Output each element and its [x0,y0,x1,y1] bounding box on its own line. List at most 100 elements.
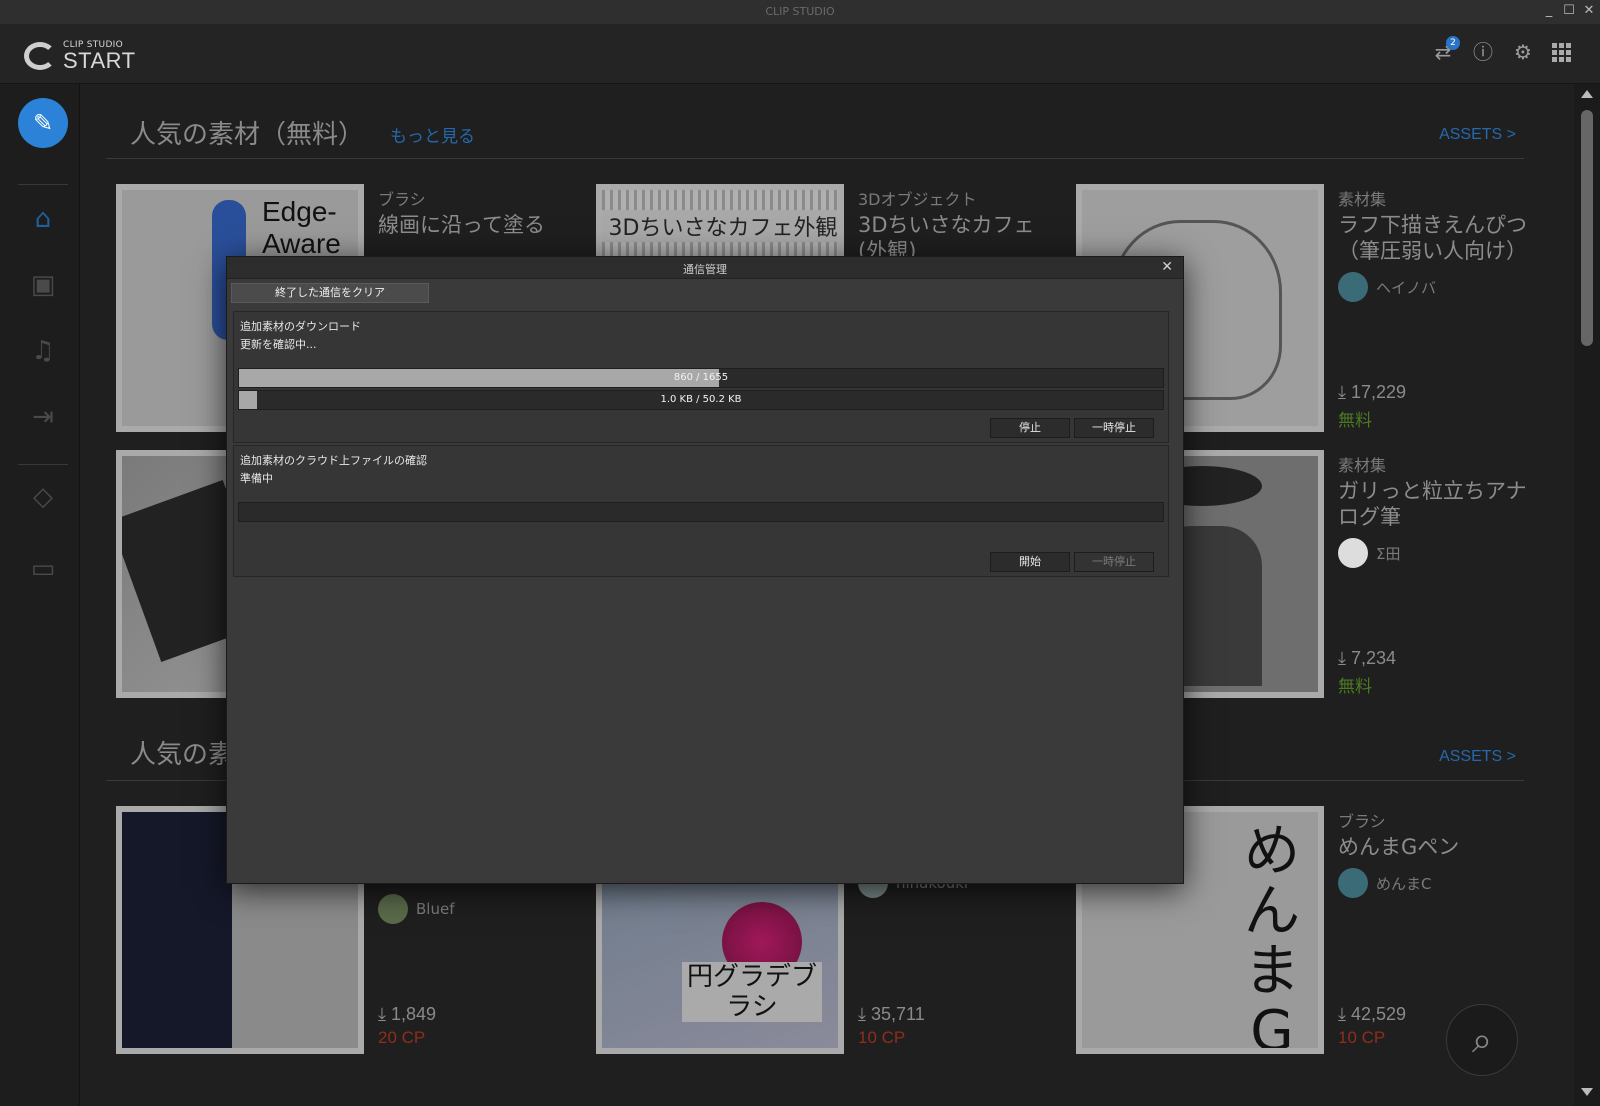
item-progress-label: 860 / 1655 [673,372,729,383]
asset-category: ブラシ [378,190,426,209]
pause-button[interactable]: 一時停止 [1074,418,1154,438]
sidebar: ✎ ⌂ ▣ ♫ ⇥ ◇ ▭ [0,84,80,1106]
task-status: 更新を確認中... [240,338,317,351]
asset-price: 無料 [1338,677,1372,696]
asset-category: 3Dオブジェクト [858,190,977,209]
task-title: 追加素材のダウンロード [240,320,361,333]
sidebar-item-gallery[interactable]: ▣ [0,270,86,300]
app-header: CLIP STUDIO START ⇄ 2 ⓘ ⚙ [0,24,1600,84]
avatar [378,894,408,924]
thumbnail-text: Edge-Aware [262,196,341,259]
cloud-check-task-panel: 追加素材のクラウド上ファイルの確認 準備中 開始 一時停止 [233,445,1169,577]
download-icon: ⤓ [858,1004,866,1024]
asset-category: 素材集 [1338,190,1387,209]
sidebar-item-home[interactable]: ⌂ [0,204,86,234]
download-icon: ⤓ [1338,1004,1346,1024]
minimize-icon[interactable]: _ [1542,2,1556,20]
scrollbar-thumb[interactable] [1581,110,1593,346]
bell-icon: ♫ [31,336,55,366]
coat-illustration [122,812,232,1048]
asset-author[interactable]: Bluef [378,894,454,924]
asset-name: めんまGペン [1338,835,1460,859]
cloud-progress-bar [238,502,1164,522]
stop-button[interactable]: 停止 [990,418,1070,438]
asset-price: 20 CP [378,1028,426,1047]
sidebar-item-assets[interactable]: ◇ [0,482,86,512]
ticket-icon: ▭ [30,554,56,584]
shapes-icon: ◇ [33,482,53,512]
sidebar-item-serial[interactable]: ▭ [0,554,86,584]
thumbnail-text: 円グラデブラシ [682,962,822,1022]
avatar [1338,272,1368,302]
window-title: CLIP STUDIO [765,5,835,18]
download-icon: ⤓ [1338,648,1346,668]
logo-big-text: START [63,48,136,73]
asset-author[interactable]: めんまC [1338,868,1431,898]
download-icon: ⤓ [378,1004,386,1024]
login-icon: ⇥ [32,402,54,432]
gear-icon[interactable]: ⚙ [1512,40,1534,64]
download-count: ⤓ 7,234 [1338,648,1397,668]
header-icons: ⇄ 2 ⓘ ⚙ [1432,36,1574,64]
task-status: 準備中 [240,472,273,485]
asset-author[interactable]: Σ田 [1338,538,1400,568]
assets-link[interactable]: ASSETS > [1439,748,1516,766]
thumbnail-text: めんまG [1244,819,1300,1054]
assets-link[interactable]: ASSETS > [1439,126,1516,144]
window-titlebar: CLIP STUDIO _ ☐ ✕ [0,0,1600,24]
brush-icon[interactable]: ✎ [18,98,68,148]
asset-category: ブラシ [1338,812,1386,831]
task-title: 追加素材のクラウド上ファイルの確認 [240,454,427,467]
maximize-icon[interactable]: ☐ [1562,2,1576,20]
download-count: ⤓ 42,529 [1338,1004,1407,1024]
asset-price: 無料 [1338,411,1372,430]
sidebar-divider [18,184,68,185]
clear-finished-button[interactable]: 終了した通信をクリア [231,283,429,303]
asset-name: 線画に沿って塗る [378,213,545,237]
scroll-down-icon[interactable] [1581,1088,1593,1096]
sidebar-item-notifications[interactable]: ♫ [0,336,86,366]
gallery-icon: ▣ [30,270,56,300]
dialog-title: 通信管理 [683,263,727,276]
transfer-badge: 2 [1446,36,1460,50]
avatar [1338,868,1368,898]
download-icon: ⤓ [1338,382,1346,402]
download-count: ⤓ 35,711 [858,1004,925,1024]
item-progress-bar: 860 / 1655 [238,368,1164,388]
asset-category: 素材集 [1338,456,1387,475]
download-task-panel: 追加素材のダウンロード 更新を確認中... 860 / 1655 1.0 KB … [233,311,1169,443]
pause-button-disabled: 一時停止 [1074,552,1154,572]
asset-price: 10 CP [858,1028,906,1047]
sidebar-item-login[interactable]: ⇥ [0,402,86,432]
home-icon: ⌂ [34,204,52,234]
download-count: ⤓ 1,849 [378,1004,437,1024]
section-title: 人気の素材（無料） [130,120,365,150]
see-more-link[interactable]: もっと見る [390,122,475,147]
transfer-icon[interactable]: ⇄ 2 [1432,36,1460,64]
avatar [1338,538,1368,568]
section-divider [106,158,1524,159]
search-button[interactable]: ⌕ [1446,1004,1518,1076]
dialog-titlebar: 通信管理 ✕ [227,257,1183,279]
asset-name: ラフ下描きえんぴつ（筆圧弱い人向け） [1338,213,1527,263]
asset-author[interactable]: ヘイノバ [1338,272,1436,302]
sidebar-divider [18,464,68,465]
start-button[interactable]: 開始 [990,552,1070,572]
download-count: ⤓ 17,229 [1338,382,1407,402]
scroll-up-icon[interactable] [1581,90,1593,98]
size-progress-label: 1.0 KB / 50.2 KB [660,394,742,405]
close-icon[interactable]: ✕ [1161,259,1173,275]
asset-price: 10 CP [1338,1028,1386,1047]
help-icon[interactable]: ⓘ [1472,40,1494,64]
section-title: 人気の素 [130,740,235,770]
logo-icon [24,42,56,70]
apps-grid-icon[interactable] [1552,40,1574,64]
app-logo[interactable]: CLIP STUDIO START [24,40,136,72]
close-icon[interactable]: ✕ [1582,2,1596,20]
window-controls: _ ☐ ✕ [1542,2,1596,20]
search-icon: ⌕ [1471,1020,1493,1061]
asset-name: ガリっと粒立ちアナログ筆 [1338,479,1527,529]
size-progress-bar: 1.0 KB / 50.2 KB [238,390,1164,410]
page-scrollbar[interactable] [1574,84,1600,1106]
communication-manager-dialog: 通信管理 ✕ 終了した通信をクリア 追加素材のダウンロード 更新を確認中... … [226,256,1184,884]
